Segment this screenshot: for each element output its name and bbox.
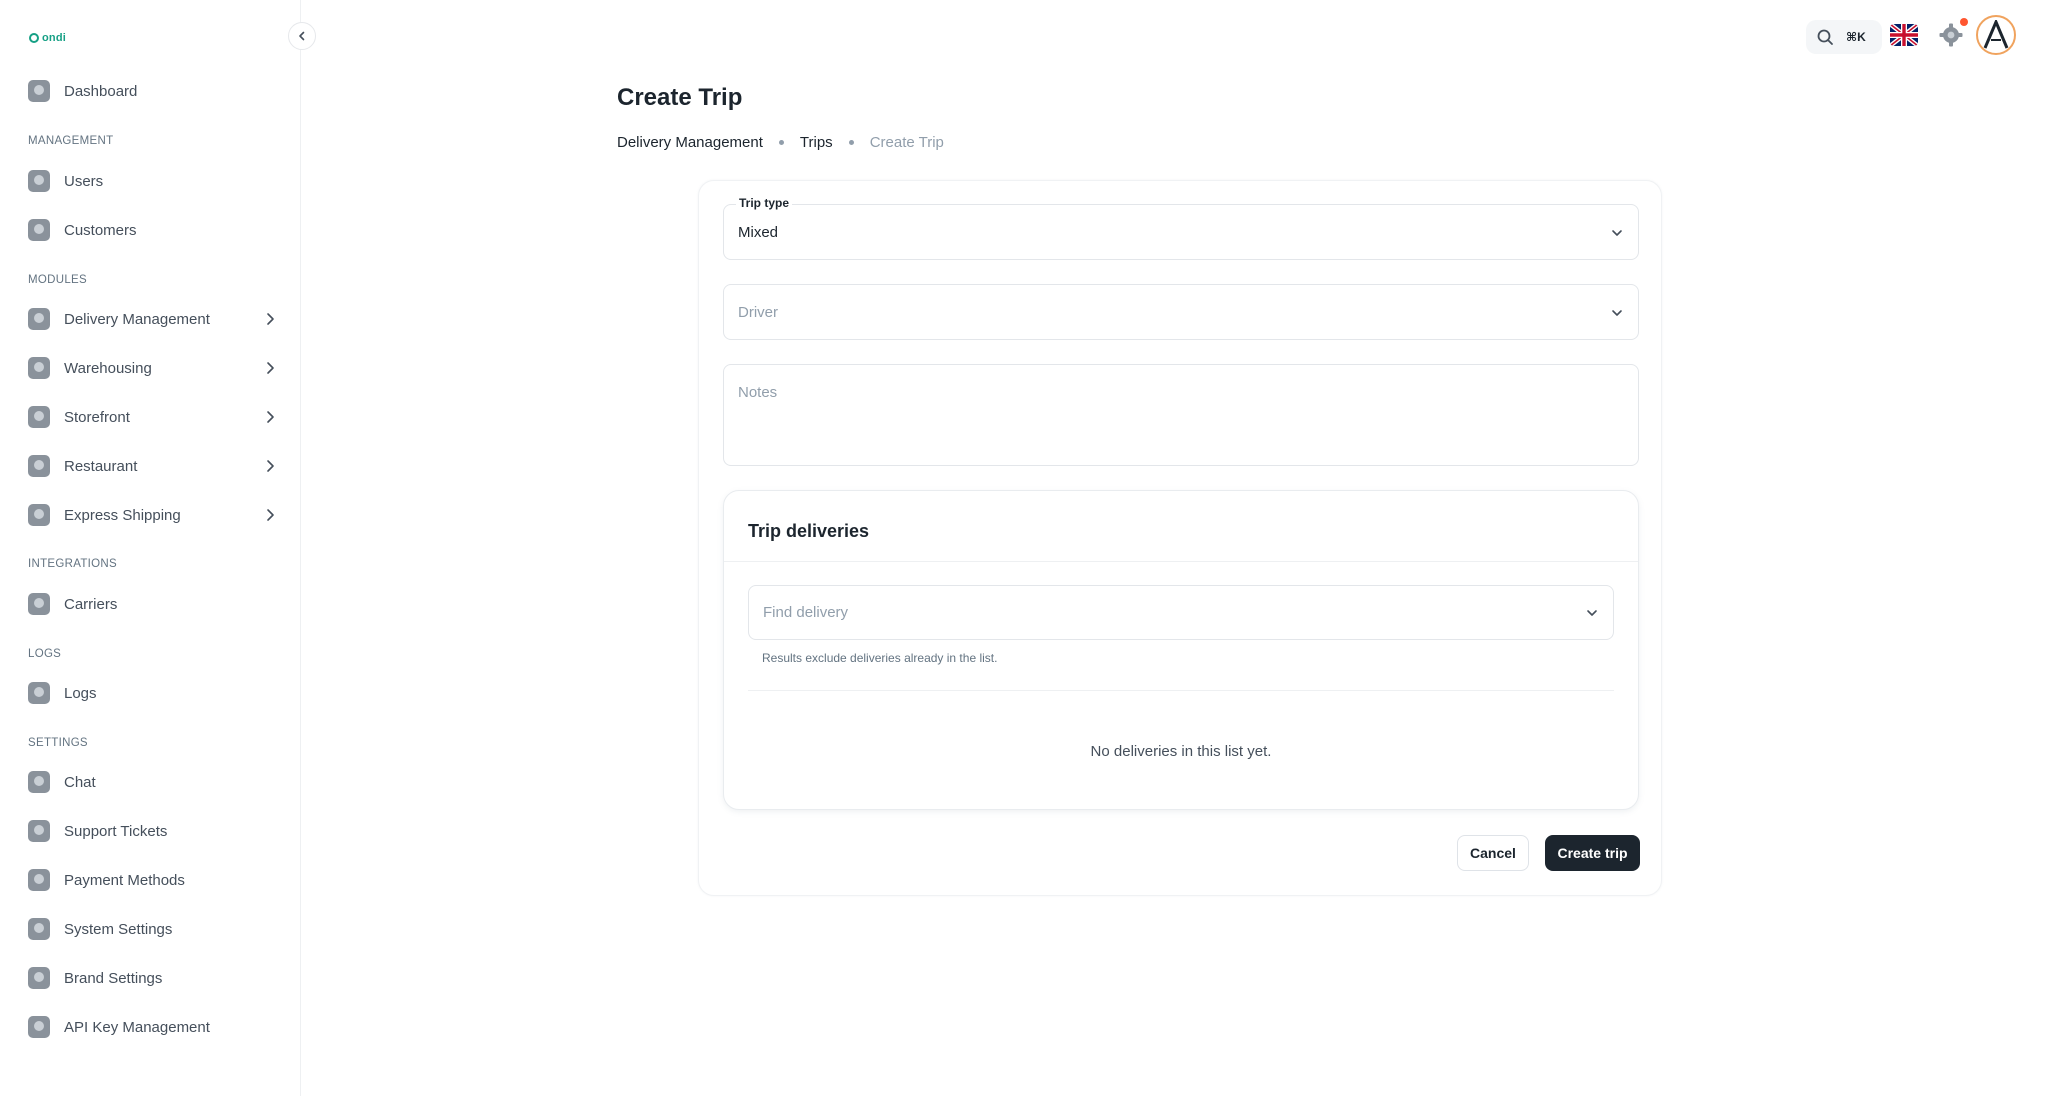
chevron-down-icon <box>1612 230 1622 236</box>
sidebar-item-label: Support Tickets <box>64 822 168 840</box>
sidebar-item-label: Storefront <box>64 408 130 426</box>
search-button[interactable]: ⌘K <box>1806 20 1882 54</box>
sidebar-item-restaurant[interactable]: Restaurant <box>28 446 278 486</box>
sidebar-item-support-tickets[interactable]: Support Tickets <box>28 811 278 851</box>
chevron-down-icon <box>1612 310 1622 316</box>
sidebar-item-label: Chat <box>64 773 96 791</box>
search-icon <box>1817 29 1833 45</box>
logo-mark-icon <box>29 33 39 43</box>
package-icon <box>28 504 50 526</box>
sidebar-item-label: Dashboard <box>64 82 138 100</box>
sidebar-collapse-button[interactable] <box>288 22 316 50</box>
trip-deliveries-card: Trip deliveries Find delivery Results ex… <box>723 490 1639 810</box>
find-delivery-placeholder: Find delivery <box>763 604 849 621</box>
divider <box>724 561 1638 562</box>
sidebar-item-carriers[interactable]: Carriers <box>28 584 278 624</box>
section-label-management: MANAGEMENT <box>28 135 114 147</box>
dashboard-icon <box>28 80 50 102</box>
sidebar-item-label: API Key Management <box>64 1018 210 1036</box>
brand-gear-icon <box>28 967 50 989</box>
sidebar: ondi Dashboard MANAGEMENT Users Customer… <box>0 0 301 1096</box>
breadcrumb-item-trips[interactable]: Trips <box>800 134 833 151</box>
sidebar-item-brand-settings[interactable]: Brand Settings <box>28 958 278 998</box>
sidebar-item-label: Logs <box>64 684 97 702</box>
shopping-bag-icon <box>28 406 50 428</box>
logo-text: ondi <box>42 32 67 44</box>
settings-gear-icon[interactable] <box>1938 22 1964 48</box>
code-box-icon <box>28 593 50 615</box>
sidebar-item-payment-methods[interactable]: Payment Methods <box>28 860 278 900</box>
sidebar-item-label: Carriers <box>64 595 118 613</box>
sidebar-item-label: Delivery Management <box>64 310 210 328</box>
sidebar-item-warehousing[interactable]: Warehousing <box>28 348 278 388</box>
sidebar-item-delivery-management[interactable]: Delivery Management <box>28 299 278 339</box>
sidebar-item-logs[interactable]: Logs <box>28 673 278 713</box>
customers-icon <box>28 219 50 241</box>
sidebar-item-label: Warehousing <box>64 359 152 377</box>
driver-select[interactable]: Driver <box>723 284 1639 340</box>
chevron-down-icon <box>1587 610 1597 616</box>
sidebar-item-dashboard[interactable]: Dashboard <box>28 71 278 111</box>
search-shortcut: ⌘K <box>1846 30 1866 44</box>
sidebar-item-label: Payment Methods <box>64 871 185 889</box>
language-flag-uk-icon[interactable] <box>1890 24 1918 46</box>
breadcrumb: Delivery Management Trips Create Trip <box>617 134 944 151</box>
cancel-button[interactable]: Cancel <box>1457 835 1529 871</box>
create-trip-button[interactable]: Create trip <box>1545 835 1640 871</box>
sidebar-item-label: System Settings <box>64 920 173 938</box>
key-icon <box>28 1016 50 1038</box>
sidebar-item-label: Restaurant <box>64 457 138 475</box>
chat-icon <box>28 771 50 793</box>
section-label-integrations: INTEGRATIONS <box>28 558 118 570</box>
notes-placeholder: Notes <box>738 384 778 401</box>
breadcrumb-separator <box>848 140 854 145</box>
trip-type-value: Mixed <box>738 224 779 241</box>
deliveries-empty-state: No deliveries in this list yet. <box>1090 743 1272 760</box>
log-search-icon <box>28 682 50 704</box>
chevron-right-icon <box>267 362 274 374</box>
sidebar-item-label: Brand Settings <box>64 969 163 987</box>
chevron-right-icon <box>267 460 274 472</box>
sidebar-item-api-key-management[interactable]: API Key Management <box>28 1007 278 1047</box>
sidebar-item-users[interactable]: Users <box>28 161 278 201</box>
chevron-right-icon <box>267 313 274 325</box>
notification-dot <box>1960 18 1968 26</box>
sidebar-item-label: Users <box>64 172 104 190</box>
sidebar-item-chat[interactable]: Chat <box>28 762 278 802</box>
chevron-right-icon <box>267 411 274 423</box>
sidebar-item-label: Customers <box>64 221 137 239</box>
breadcrumb-separator <box>778 140 784 145</box>
sidebar-item-express-shipping[interactable]: Express Shipping <box>28 495 278 535</box>
section-label-modules: MODULES <box>28 274 87 286</box>
user-icon <box>28 170 50 192</box>
trip-deliveries-title: Trip deliveries <box>748 521 870 541</box>
chevron-right-icon <box>267 509 274 521</box>
section-label-logs: LOGS <box>28 648 62 660</box>
warehouse-icon <box>28 357 50 379</box>
sidebar-item-storefront[interactable]: Storefront <box>28 397 278 437</box>
driver-placeholder: Driver <box>738 304 778 321</box>
bank-icon <box>28 869 50 891</box>
sidebar-item-system-settings[interactable]: System Settings <box>28 909 278 949</box>
section-label-settings: SETTINGS <box>28 737 88 749</box>
avatar[interactable] <box>1976 15 2016 55</box>
breadcrumb-item-delivery-management[interactable]: Delivery Management <box>617 134 763 151</box>
find-delivery-select[interactable]: Find delivery <box>748 585 1614 640</box>
sidebar-item-customers[interactable]: Customers <box>28 210 278 250</box>
breadcrumb-item-current: Create Trip <box>869 134 944 151</box>
trip-type-select[interactable]: Trip type Mixed <box>723 196 1639 260</box>
user-gear-icon <box>28 918 50 940</box>
notes-textarea[interactable]: Notes <box>723 364 1639 466</box>
trip-type-label: Trip type <box>736 196 793 210</box>
avatar-letter-icon <box>1983 20 2009 49</box>
find-delivery-helper-text: Results exclude deliveries already in th… <box>762 651 998 665</box>
sidebar-item-label: Express Shipping <box>64 506 181 524</box>
chevron-left-icon <box>299 31 305 41</box>
app-logo[interactable]: ondi <box>29 32 66 44</box>
divider <box>748 690 1614 691</box>
restaurant-icon <box>28 455 50 477</box>
truck-icon <box>28 308 50 330</box>
ticket-icon <box>28 820 50 842</box>
page-title: Create Trip <box>617 84 743 111</box>
